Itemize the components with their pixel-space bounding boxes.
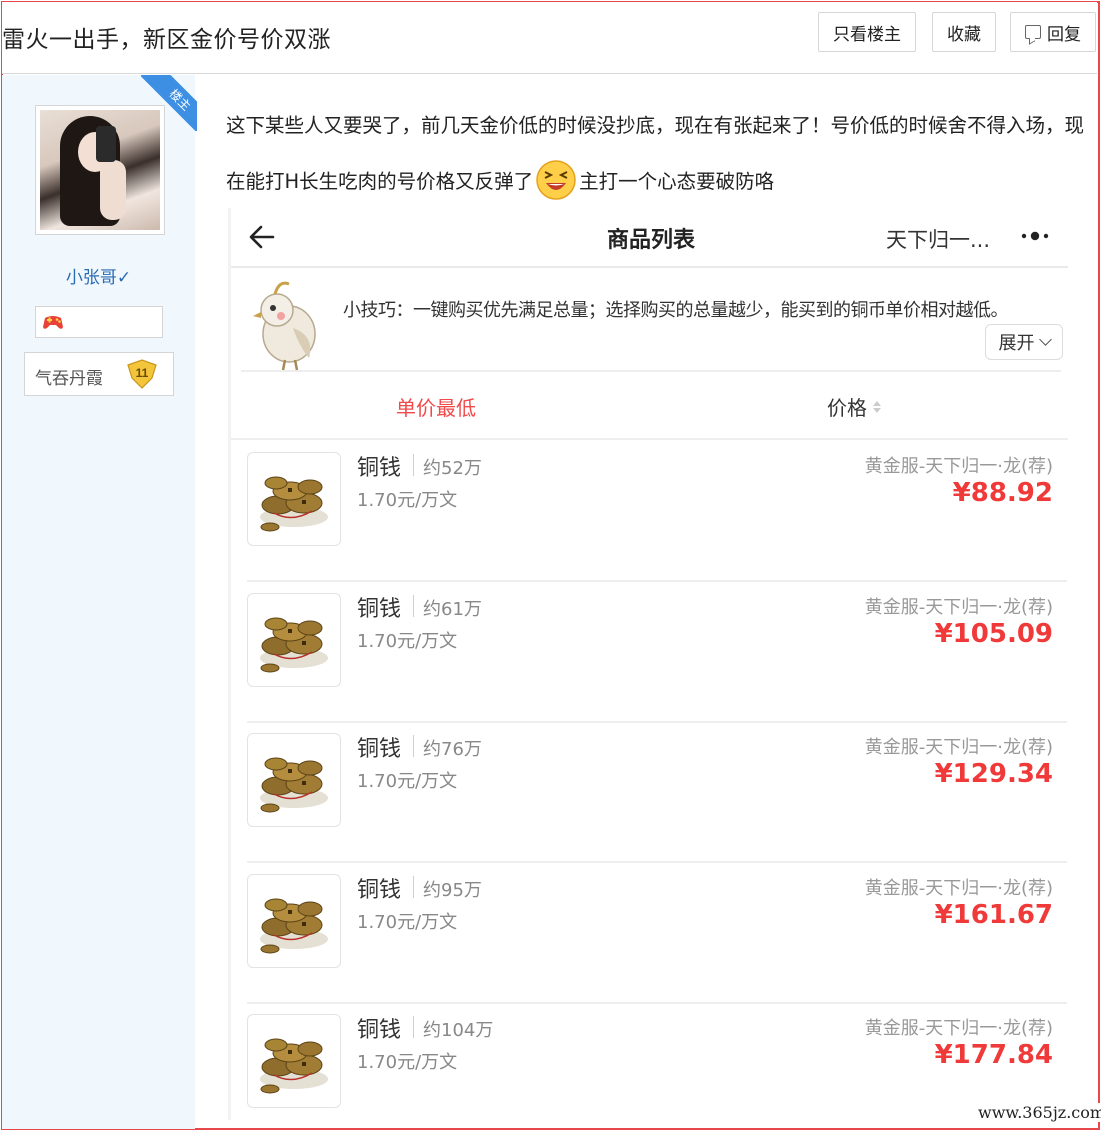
divider xyxy=(413,594,414,617)
product-unit-price: 1.70元/万文 xyxy=(357,630,458,652)
avatar-image xyxy=(40,110,160,230)
product-unit-price: 1.70元/万文 xyxy=(357,771,458,792)
product-quantity: 约95万 xyxy=(423,879,482,901)
product-server: 黄金服-天下归一·龙(荐) xyxy=(864,456,1053,477)
product-server: 黄金服-天下归一·龙(荐) xyxy=(864,877,1053,899)
expand-label: 展开 xyxy=(998,333,1035,354)
product-item[interactable]: 铜钱 约52万 1.70元/万文 黄金服-天下归一·龙(荐) ¥88.92 xyxy=(247,442,1067,582)
bird-mascot-icon xyxy=(253,281,316,371)
product-quantity: 约76万 xyxy=(423,739,482,760)
level-number: 11 xyxy=(136,366,149,380)
product-item[interactable]: 铜钱 约61万 1.70元/万文 黄金服-天下归一·龙(荐) ¥105.09 xyxy=(247,583,1067,723)
post-body: 这下某些人又要哭了，前几天金价低的时候没抄底，现在有张起来了！号价低的时候舍不得… xyxy=(226,98,1086,210)
copper-coins-icon xyxy=(260,1038,328,1094)
product-price: ¥161.67 xyxy=(934,899,1053,930)
game-controller-icon xyxy=(43,316,63,329)
product-name: 铜钱 xyxy=(357,1018,402,1043)
only-host-button[interactable]: 只看楼主 xyxy=(818,12,916,52)
product-thumbnail xyxy=(247,1014,341,1108)
thread-title: 雷火一出手，新区金价号价双涨 xyxy=(2,27,331,53)
screenshot-nav-server: 天下归一... xyxy=(886,228,991,252)
product-thumbnail xyxy=(247,592,341,687)
post-text-part2: 主打一个心态要破防咯 xyxy=(579,170,775,193)
comment-icon xyxy=(1025,25,1041,39)
reply-label: 回复 xyxy=(1047,24,1081,45)
product-unit-price: 1.70元/万文 xyxy=(357,1052,458,1073)
product-price: ¥177.84 xyxy=(934,1040,1053,1070)
product-unit-price: 1.70元/万文 xyxy=(357,911,458,933)
product-name: 铜钱 xyxy=(357,456,402,481)
thread-header: 雷火一出手，新区金价号价双涨 只看楼主 收藏 回复 xyxy=(2,2,1097,74)
divider xyxy=(413,735,414,757)
level-box: 气吞丹霞 11 xyxy=(24,352,174,396)
divider xyxy=(413,1016,414,1038)
copper-coins-icon xyxy=(260,617,328,672)
laughing-emoji-icon xyxy=(536,159,576,200)
sort-price-label: 价格 xyxy=(827,396,867,420)
product-item[interactable]: 铜钱 约76万 1.70元/万文 黄金服-天下归一·龙(荐) ¥129.34 xyxy=(247,723,1067,863)
sort-arrows-icon xyxy=(873,400,881,413)
screenshot-nav-bar: 商品列表 天下归一... xyxy=(231,208,1068,268)
product-name: 铜钱 xyxy=(357,596,402,622)
tip-text: 小技巧：一键购买优先满足总量；选择购买的总量越少，能买到的铜币单价相对越低。 xyxy=(343,300,1009,321)
watermark: www.365jz.com xyxy=(976,1103,1101,1122)
reply-button[interactable]: 回复 xyxy=(1010,12,1096,52)
product-item[interactable]: 铜钱 约104万 1.70元/万文 黄金服-天下归一·龙(荐) ¥177.84 xyxy=(247,1004,1067,1120)
product-thumbnail xyxy=(247,733,341,827)
sort-price-tab[interactable]: 价格 xyxy=(827,392,881,421)
product-server: 黄金服-天下归一·龙(荐) xyxy=(864,1018,1053,1039)
divider xyxy=(413,454,414,476)
expand-button[interactable]: 展开 xyxy=(985,324,1063,360)
embedded-screenshot: 商品列表 天下归一... 小技巧：一键购买优先满足总量；选择购买的总量越少，能买… xyxy=(228,208,1068,1120)
copper-coins-icon xyxy=(260,898,328,953)
medal-box xyxy=(35,306,163,338)
product-quantity: 约52万 xyxy=(423,458,482,479)
sort-bar: 单价最低 价格 xyxy=(231,374,1068,440)
avatar[interactable] xyxy=(35,105,165,235)
favorite-button[interactable]: 收藏 xyxy=(932,12,996,52)
level-shield-icon: 11 xyxy=(127,359,157,389)
username-link[interactable]: 小张哥✓ xyxy=(2,263,195,288)
level-name: 气吞丹霞 xyxy=(35,369,103,389)
product-quantity: 约104万 xyxy=(423,1020,494,1041)
product-thumbnail xyxy=(247,452,341,546)
divider xyxy=(413,875,414,898)
product-price: ¥88.92 xyxy=(952,478,1053,508)
more-dots-icon xyxy=(1021,231,1049,241)
product-quantity: 约61万 xyxy=(423,598,482,620)
tip-row: 小技巧：一键购买优先满足总量；选择购买的总量越少，能买到的铜币单价相对越低。 展… xyxy=(241,270,1063,372)
product-unit-price: 1.70元/万文 xyxy=(357,490,458,511)
product-thumbnail xyxy=(247,873,341,968)
product-price: ¥105.09 xyxy=(934,618,1053,649)
product-price: ¥129.34 xyxy=(934,759,1053,789)
copper-coins-icon xyxy=(260,757,328,813)
product-server: 黄金服-天下归一·龙(荐) xyxy=(864,596,1053,618)
chevron-down-icon xyxy=(1038,333,1052,346)
copper-coins-icon xyxy=(260,476,328,532)
sort-lowest-tab[interactable]: 单价最低 xyxy=(396,392,476,421)
product-server: 黄金服-天下归一·龙(荐) xyxy=(864,737,1053,758)
author-sidebar: 楼主 小张哥✓ 气吞丹霞 11 xyxy=(2,75,197,1129)
product-name: 铜钱 xyxy=(357,877,402,903)
product-name: 铜钱 xyxy=(357,737,402,762)
product-item[interactable]: 铜钱 约95万 1.70元/万文 黄金服-天下归一·龙(荐) ¥161.67 xyxy=(247,864,1067,1004)
